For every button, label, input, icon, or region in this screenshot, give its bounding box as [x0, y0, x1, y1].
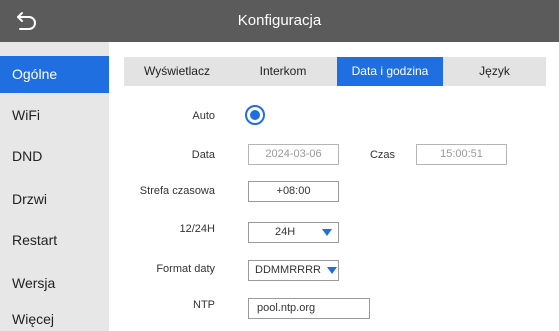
sidebar: Ogólne WiFi DND Drzwi Restart Wersja Wię… [0, 42, 109, 331]
timezone-field[interactable]: +08:00 [248, 181, 339, 202]
auto-radio[interactable] [245, 105, 265, 125]
tab-bar: Wyświetlacz Interkom Data i godzina Języ… [124, 57, 546, 86]
sidebar-item-dnd[interactable]: DND [0, 138, 109, 175]
sidebar-item-wersja[interactable]: Wersja [0, 265, 109, 302]
sidebar-item-drzwi[interactable]: Drzwi [0, 181, 109, 218]
sidebar-item-restart[interactable]: Restart [0, 222, 109, 259]
time-label: Czas [369, 149, 395, 161]
date-label: Data [191, 149, 215, 161]
hour-format-value: 24H [275, 226, 296, 238]
top-bar: Konfiguracja [0, 0, 559, 42]
page-title: Konfiguracja [237, 12, 322, 29]
tab-jezyk[interactable]: Język [443, 57, 546, 86]
hour-format-label: 12/24H [179, 223, 215, 235]
timezone-label: Strefa czasowa [139, 185, 215, 197]
caret-down-icon [327, 267, 337, 274]
tab-interkom[interactable]: Interkom [230, 57, 336, 86]
sidebar-item-wifi[interactable]: WiFi [0, 97, 109, 134]
radio-selected-dot [250, 110, 260, 120]
hour-format-select[interactable]: 24H [248, 222, 339, 243]
ntp-label: NTP [193, 299, 215, 311]
sidebar-item-wiecej[interactable]: Więcej [0, 307, 109, 331]
sidebar-item-ogolne[interactable]: Ogólne [0, 56, 109, 93]
time-field[interactable]: 15:00:51 [416, 144, 507, 165]
date-format-select[interactable]: DDMMRRRR [248, 260, 339, 281]
tab-data-i-godzina[interactable]: Data i godzina [337, 57, 443, 86]
date-format-value: DDMMRRRR [255, 264, 321, 276]
caret-down-icon [322, 229, 332, 236]
ntp-field[interactable]: pool.ntp.org [248, 298, 370, 319]
date-format-label: Format daty [156, 263, 215, 275]
tab-wyswietlacz[interactable]: Wyświetlacz [124, 57, 230, 86]
auto-label: Auto [192, 110, 215, 122]
